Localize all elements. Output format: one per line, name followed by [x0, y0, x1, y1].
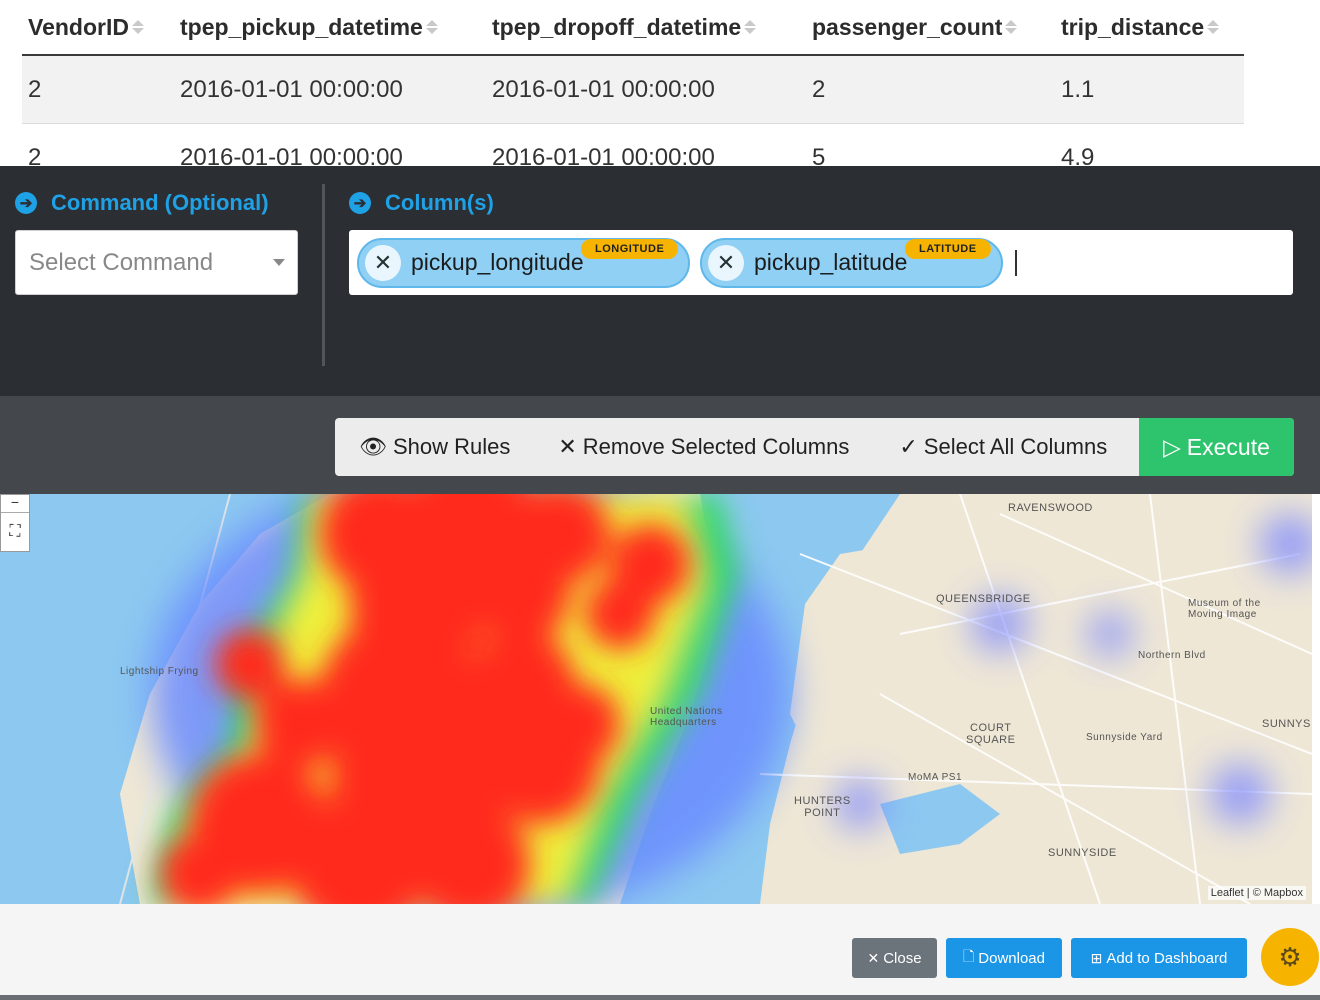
select-command-placeholder: Select Command [29, 248, 214, 276]
columns-input[interactable]: ✕ pickup_longitude LONGITUDE ✕ pickup_la… [349, 230, 1293, 295]
table-cell: 2016-01-01 00:00:00 [180, 75, 403, 103]
arrow-right-circle-icon: ➔ [15, 192, 37, 214]
column-header-label: tpep_dropoff_datetime [492, 13, 742, 40]
column-header-label: VendorID [28, 13, 129, 40]
select-all-columns-button[interactable]: ✓ Select All Columns [849, 418, 1107, 476]
map-zoom-control: − ⛶ [0, 494, 30, 552]
table-cell: 2016-01-01 00:00:00 [492, 143, 715, 167]
table-icon: ⊞ [1090, 949, 1103, 966]
show-rules-label: Show Rules [392, 434, 511, 459]
map-attribution[interactable]: Leaflet | © Mapbox [1207, 886, 1306, 900]
close-button[interactable]: ✕ Close [852, 938, 937, 978]
column-header-trip-distance[interactable]: trip_distance [1055, 14, 1244, 41]
table-row: 2 2016-01-01 00:00:00 2016-01-01 00:00:0… [22, 124, 1244, 167]
remove-columns-label: Remove Selected Columns [582, 434, 850, 459]
column-header-dropoff-datetime[interactable]: tpep_dropoff_datetime [486, 14, 806, 41]
column-header-label: trip_distance [1061, 13, 1205, 40]
table-cell: 2016-01-01 00:00:00 [492, 75, 715, 103]
file-icon: 🗋 [963, 948, 975, 964]
panel-divider [322, 184, 325, 366]
table-cell: 1.1 [1061, 75, 1095, 103]
data-table: VendorID tpep_pickup_datetime tpep_dropo… [0, 0, 1320, 166]
column-header-label: passenger_count [812, 13, 1003, 40]
download-label: Download [978, 949, 1045, 967]
settings-gear-button[interactable]: ⚙ [1261, 928, 1319, 986]
command-section-label: ➔ Command (Optional) [15, 190, 269, 216]
table-cell: 2016-01-01 00:00:00 [180, 143, 403, 167]
action-toolbar: 👁 Show Rules ✕ Remove Selected Columns ✓… [0, 396, 1320, 494]
column-chip[interactable]: ✕ pickup_longitude LONGITUDE [357, 237, 690, 288]
arrow-right-circle-icon: ➔ [349, 192, 371, 214]
select-all-label: Select All Columns [923, 434, 1108, 459]
map-label: SUNNYSIDE [1048, 847, 1117, 859]
map-label: MoMA PS1 [908, 772, 963, 783]
column-header-pickup-datetime[interactable]: tpep_pickup_datetime [174, 14, 486, 41]
command-panel: ➔ Command (Optional) Select Command ➔ Co… [0, 166, 1320, 396]
table-cell: 4.9 [1061, 143, 1095, 167]
table-cell: 2 [28, 75, 42, 103]
execute-label: Execute [1186, 433, 1270, 460]
x-icon: ✕ [558, 434, 577, 459]
add-to-dashboard-button[interactable]: ⊞ Add to Dashboard [1071, 938, 1247, 978]
column-header-passenger-count[interactable]: passenger_count [806, 14, 1055, 41]
add-dashboard-label: Add to Dashboard [1106, 949, 1228, 967]
eye-icon: 👁 [359, 434, 387, 459]
column-header-label: tpep_pickup_datetime [180, 13, 423, 40]
remove-chip-icon[interactable]: ✕ [708, 244, 744, 281]
map-label: QUEENSBRIDGE [936, 593, 1031, 605]
sort-icon[interactable] [131, 20, 144, 34]
map-label: COURT SQUARE [966, 722, 1016, 746]
table-cell: 5 [812, 143, 826, 167]
heatmap-map[interactable]: − ⛶ RAVENSWOOD QUEENSBRIDGE COURT SQUARE… [0, 494, 1312, 904]
download-button[interactable]: 🗋 Download [946, 938, 1062, 978]
chip-label: pickup_longitude [411, 249, 584, 275]
toolbar-button-group: 👁 Show Rules ✕ Remove Selected Columns ✓… [335, 418, 1294, 476]
columns-label-text: Column(s) [385, 190, 494, 215]
sort-icon[interactable] [425, 20, 438, 34]
chip-type-badge: LONGITUDE [581, 238, 679, 259]
show-rules-button[interactable]: 👁 Show Rules [335, 418, 510, 476]
check-icon: ✓ [899, 434, 918, 459]
sort-icon[interactable] [1005, 20, 1018, 34]
column-chip[interactable]: ✕ pickup_latitude LATITUDE [700, 237, 1003, 288]
table-cell: 2 [812, 75, 826, 103]
close-label: Close [883, 949, 922, 967]
gear-icon: ⚙ [1278, 941, 1302, 972]
sort-icon[interactable] [744, 20, 757, 34]
map-label: United Nations Headquarters [650, 706, 723, 728]
map-label: Sunnyside Yard [1086, 732, 1163, 743]
table-header: VendorID tpep_pickup_datetime tpep_dropo… [22, 0, 1244, 56]
close-icon: ✕ [867, 949, 880, 966]
map-canvas [0, 494, 1312, 904]
map-label: Lightship Frying [120, 666, 199, 677]
command-label-text: Command (Optional) [51, 190, 269, 215]
column-header-vendorid[interactable]: VendorID [22, 14, 174, 41]
sort-icon[interactable] [1207, 20, 1220, 34]
remove-chip-icon[interactable]: ✕ [365, 244, 401, 281]
zoom-out-button[interactable]: − [1, 495, 29, 513]
text-cursor [1015, 249, 1017, 276]
modal-footer: ✕ Close 🗋 Download ⊞ Add to Dashboard [0, 904, 1320, 1000]
execute-button[interactable]: ▷ Execute [1139, 418, 1294, 476]
fullscreen-icon[interactable]: ⛶ [1, 513, 29, 551]
remove-selected-columns-button[interactable]: ✕ Remove Selected Columns [510, 418, 849, 476]
map-label: HUNTERS POINT [794, 795, 851, 819]
table-row: 2 2016-01-01 00:00:00 2016-01-01 00:00:0… [22, 56, 1244, 124]
chip-type-badge: LATITUDE [905, 238, 991, 259]
map-label: SUNNYS [1262, 718, 1311, 730]
map-label: RAVENSWOOD [1008, 502, 1093, 514]
map-label: Northern Blvd [1138, 650, 1206, 661]
columns-section-label: ➔ Column(s) [349, 190, 494, 216]
select-command-dropdown[interactable]: Select Command [15, 230, 298, 295]
table-cell: 2 [28, 143, 42, 167]
play-icon: ▷ [1163, 433, 1181, 460]
chip-label: pickup_latitude [754, 249, 908, 275]
caret-down-icon [273, 259, 285, 266]
map-label: Museum of the Moving Image [1188, 598, 1261, 620]
